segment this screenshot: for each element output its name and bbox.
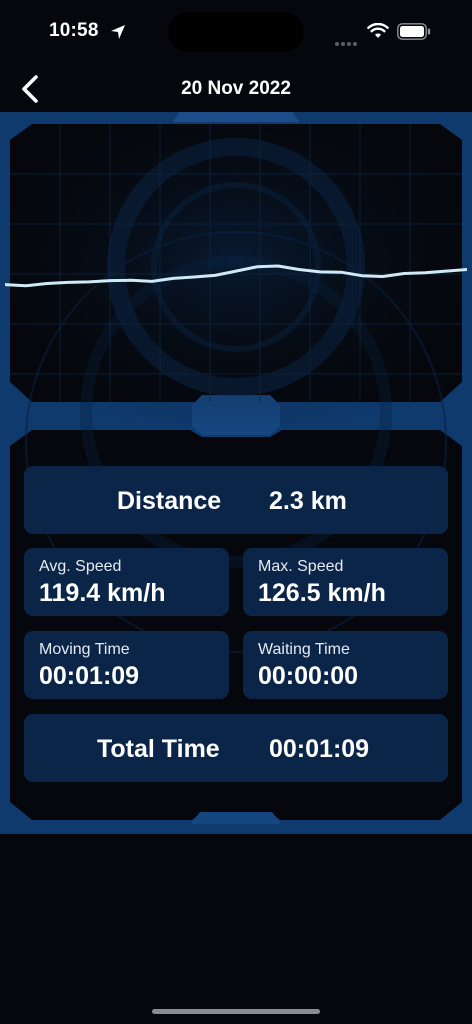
home-indicator[interactable] [152, 1009, 320, 1014]
location-arrow-icon [111, 25, 125, 39]
speed-line [5, 264, 467, 288]
distance-label: Distance [117, 487, 222, 515]
waiting-time-value: 00:00:00 [258, 662, 359, 690]
moving-time-value: 00:01:09 [39, 662, 140, 690]
dynamic-island [168, 12, 304, 52]
distance-value: 2.3 km [269, 487, 347, 515]
wifi-icon [367, 23, 389, 38]
avg-speed-card: Avg. Speed 119.4 km/h [24, 548, 229, 616]
page-title: 20 Nov 2022 [181, 78, 291, 99]
status-bar: 10:58 [0, 0, 472, 64]
total-time-label: Total Time [97, 735, 220, 763]
moving-time-label: Moving Time [39, 641, 130, 658]
cellular-signal-icon [335, 33, 361, 46]
waiting-time-label: Waiting Time [258, 641, 350, 658]
total-time-card: Total Time 00:01:09 [24, 714, 448, 782]
max-speed-label: Max. Speed [258, 558, 344, 575]
status-time: 10:58 [49, 20, 99, 41]
moving-time-card: Moving Time 00:01:09 [24, 631, 229, 699]
avg-speed-value: 119.4 km/h [39, 579, 166, 607]
max-speed-value: 126.5 km/h [258, 579, 386, 607]
battery-icon [397, 23, 431, 40]
distance-card: Distance 2.3 km [24, 466, 448, 534]
waiting-time-card: Waiting Time 00:00:00 [243, 631, 448, 699]
avg-speed-label: Avg. Speed [39, 558, 122, 575]
max-speed-card: Max. Speed 126.5 km/h [243, 548, 448, 616]
total-time-value: 00:01:09 [269, 735, 370, 763]
speed-chart [5, 264, 467, 288]
